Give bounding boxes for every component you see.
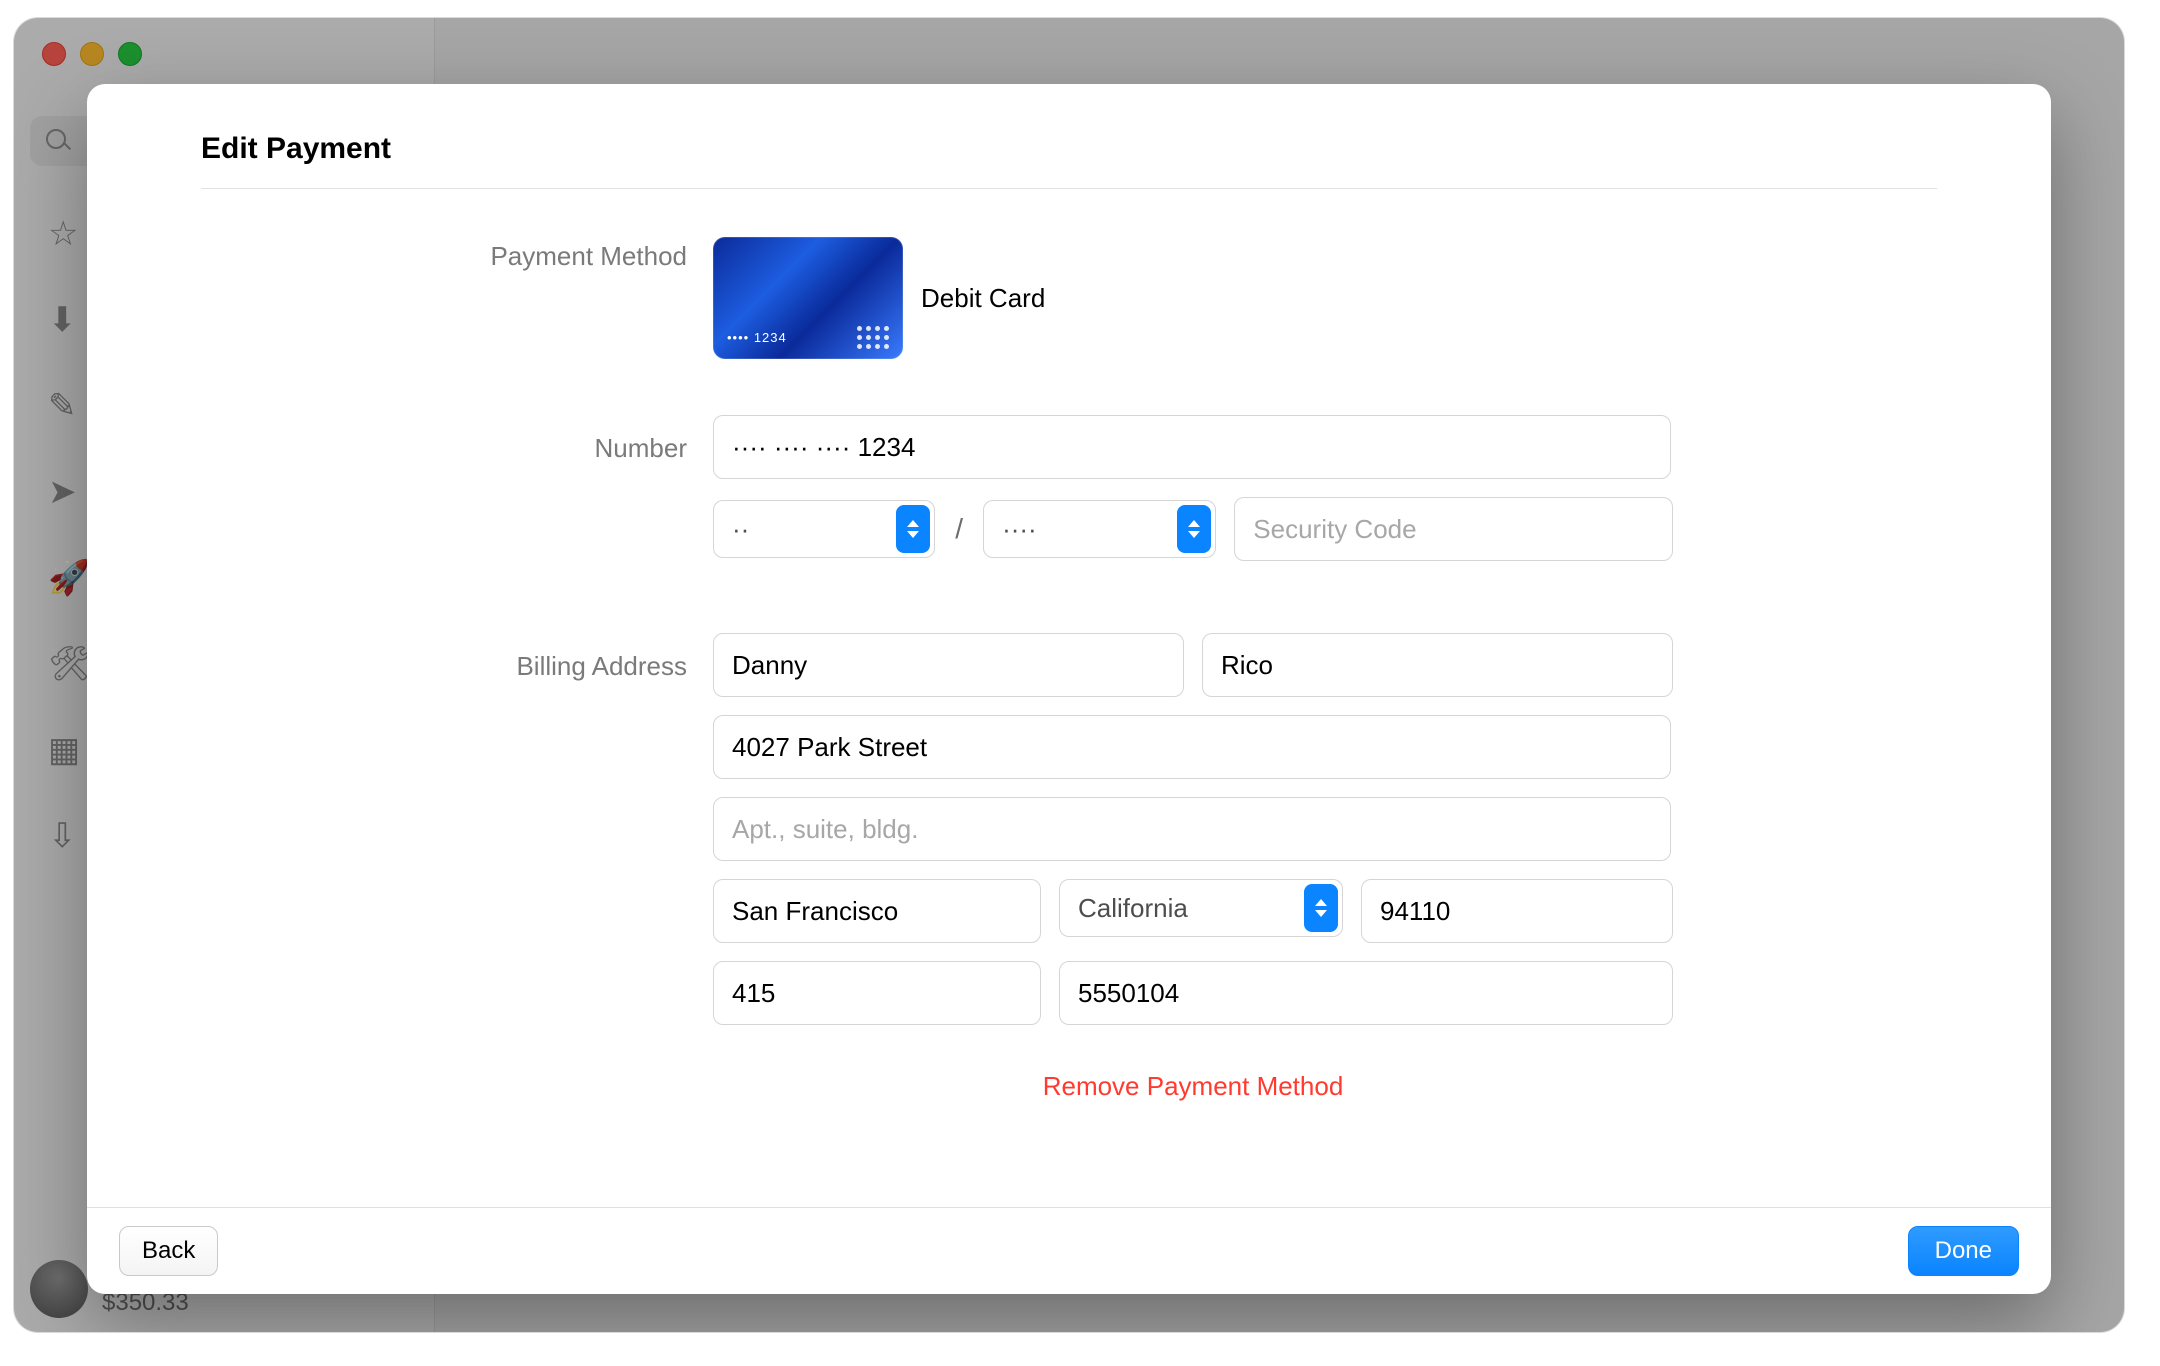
street2-input[interactable] [713, 797, 1671, 861]
exp-year-value: ···· [1002, 514, 1037, 545]
exp-year-popup[interactable]: ···· [983, 500, 1216, 558]
exp-month-value: ·· [732, 514, 749, 545]
stepper-icon [1177, 505, 1211, 553]
stepper-icon [1304, 884, 1338, 932]
date-separator: / [955, 513, 963, 545]
remove-payment-link[interactable]: Remove Payment Method [713, 1071, 1673, 1102]
app-window: ☆ ⬇︎ ✎ ➤ 🚀 🛠 ▦ ⇩ Danny Rico $350.33 Edit… [14, 18, 2124, 1332]
card-number-input[interactable] [713, 415, 1671, 479]
state-popup[interactable]: California [1059, 879, 1343, 937]
edit-payment-sheet: Edit Payment Payment Method •••• 1234 [87, 84, 2051, 1294]
exp-month-popup[interactable]: ·· [713, 500, 935, 558]
street1-input[interactable] [713, 715, 1671, 779]
card-graphic: •••• 1234 [713, 237, 903, 359]
phone-number-input[interactable] [1059, 961, 1673, 1025]
security-code-input[interactable] [1234, 497, 1673, 561]
zip-input[interactable] [1361, 879, 1673, 943]
card-type: Debit Card [921, 283, 1045, 314]
last-name-input[interactable] [1202, 633, 1673, 697]
state-value: California [1078, 893, 1188, 924]
number-label: Number [157, 415, 713, 467]
sheet-title: Edit Payment [201, 132, 2051, 166]
card-last4: •••• 1234 [727, 330, 787, 345]
sheet-footer: Back Done [87, 1207, 2051, 1294]
city-input[interactable] [713, 879, 1041, 943]
payment-method-label: Payment Method [157, 237, 713, 275]
done-button[interactable]: Done [1908, 1226, 2019, 1276]
phone-area-input[interactable] [713, 961, 1041, 1025]
first-name-input[interactable] [713, 633, 1184, 697]
back-button[interactable]: Back [119, 1226, 218, 1276]
billing-address-label: Billing Address [157, 633, 713, 685]
stepper-icon [896, 505, 930, 553]
card-keypad-icon [857, 326, 889, 349]
